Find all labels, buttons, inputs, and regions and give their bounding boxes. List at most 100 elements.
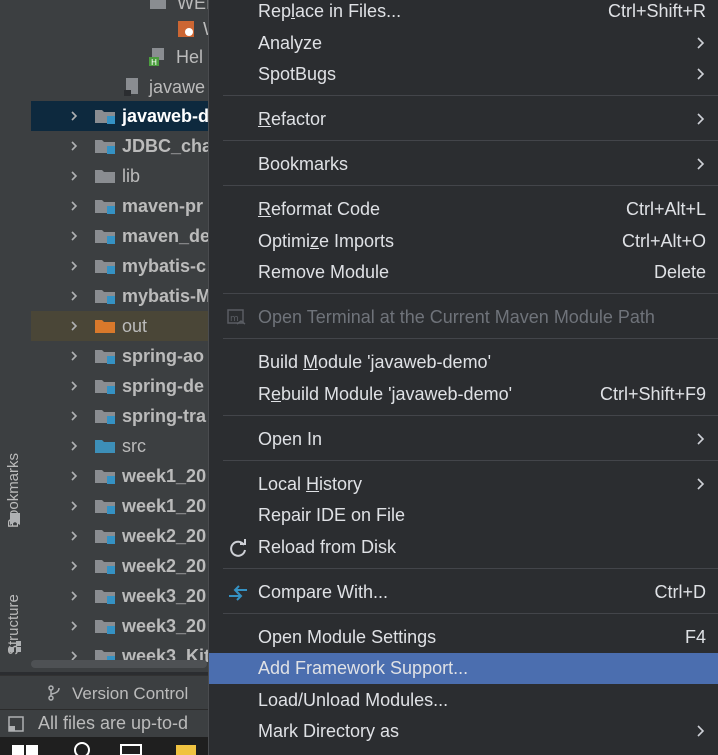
- tree-item-label: Hel: [176, 46, 204, 67]
- menu-item-label: Rebuild Module 'javaweb-demo': [258, 384, 512, 405]
- tool-window-bar: Version Control: [0, 675, 210, 710]
- horizontal-scrollbar[interactable]: [31, 660, 207, 668]
- menu-item-local-history[interactable]: Local History: [209, 469, 718, 500]
- menu-item-label: Local History: [258, 474, 362, 495]
- label-text: e Imports: [319, 231, 395, 251]
- chevron-right-icon[interactable]: [69, 531, 79, 541]
- tree-item-label: javawe: [149, 76, 206, 97]
- menu-item-open-module-settings[interactable]: Open Module Settings F4: [209, 622, 718, 653]
- tree-item-label: mybatis-c: [122, 255, 207, 276]
- menu-item-label: Reload from Disk: [258, 537, 397, 557]
- status-message: All files are up-to-d: [38, 713, 189, 733]
- bookmark-icon[interactable]: [8, 512, 22, 526]
- label-text: R: [258, 384, 271, 404]
- tree-item-label: src: [122, 435, 146, 456]
- menu-item-repair-ide-on-file[interactable]: Repair IDE on File: [209, 500, 718, 531]
- module-folder-icon: [95, 590, 115, 604]
- search-icon[interactable]: [72, 741, 92, 755]
- branch-icon: [48, 685, 60, 701]
- module-folder-icon: [95, 500, 115, 514]
- svg-text:H: H: [151, 58, 157, 66]
- menu-item-label: Open Module Settings: [258, 627, 437, 647]
- chevron-right-icon[interactable]: [69, 261, 79, 271]
- menu-item-label: Refactor: [258, 109, 326, 130]
- mnemonic-char: e: [271, 384, 282, 404]
- mnemonic-char: H: [306, 474, 320, 494]
- menu-item-refactor[interactable]: Refactor: [209, 104, 718, 135]
- menu-item-shortcut: Ctrl+Alt+L: [625, 199, 706, 219]
- menu-item-rebuild-module-javaweb-demo[interactable]: Rebuild Module 'javaweb-demo' Ctrl+Shift+…: [209, 379, 718, 410]
- chevron-right-icon[interactable]: [69, 381, 79, 391]
- module-folder-icon: [95, 380, 115, 394]
- menu-item-mark-directory-as[interactable]: Mark Directory as: [209, 716, 718, 747]
- menu-item-optimize-imports[interactable]: Optimize Imports Ctrl+Alt+O: [209, 226, 718, 257]
- tree-item-label: JDBC_cha: [122, 135, 213, 156]
- version-control-tab[interactable]: Version Control: [72, 684, 188, 704]
- menu-item-analyze[interactable]: Analyze: [209, 28, 718, 59]
- menu-item-bookmarks[interactable]: Bookmarks: [209, 149, 718, 180]
- tree-item-label: mybatis-M: [122, 285, 212, 306]
- menu-separator: [223, 568, 718, 569]
- chevron-right-icon[interactable]: [69, 171, 79, 181]
- tree-item-label: spring-ao: [122, 345, 205, 366]
- menu-separator: [223, 415, 718, 416]
- task-view-icon[interactable]: [120, 743, 142, 755]
- chevron-right-icon[interactable]: [69, 501, 79, 511]
- structure-icon[interactable]: [8, 640, 22, 654]
- menu-item-label: Replace in Files...: [258, 1, 401, 22]
- menu-item-shortcut: Ctrl+Shift+F9: [599, 384, 706, 404]
- menu-item-build-module-javaweb-demo[interactable]: Build Module 'javaweb-demo': [209, 347, 718, 378]
- chevron-right-icon[interactable]: [69, 621, 79, 631]
- chevron-right-icon[interactable]: [69, 111, 79, 121]
- label-text: eformat Code: [271, 199, 381, 219]
- menu-item-label: Remove Module: [258, 262, 390, 282]
- mnemonic-char: M: [303, 352, 319, 372]
- menu-item-open-in[interactable]: Open In: [209, 424, 718, 455]
- menu-item-reload-from-disk[interactable]: Reload from Disk: [209, 532, 718, 563]
- label-text: ace in Files...: [295, 1, 402, 21]
- iml-file-icon: [124, 78, 138, 96]
- menu-item-spotbugs[interactable]: SpotBugs: [209, 59, 718, 90]
- menu-item-add-framework-support[interactable]: Add Framework Support...: [209, 653, 718, 684]
- menu-item-label: Load/Unload Modules...: [258, 690, 449, 710]
- chevron-right-icon[interactable]: [69, 321, 79, 331]
- menu-item-open-terminal-at-the-current-maven-module-path: m Open Terminal at the Current Maven Modu…: [209, 302, 718, 333]
- submenu-arrow-icon: [697, 158, 705, 170]
- module-folder-icon: [95, 410, 115, 424]
- submenu-arrow-icon: [697, 725, 705, 737]
- menu-item-shortcut: Ctrl+D: [654, 582, 706, 602]
- menu-item-load-unload-modules[interactable]: Load/Unload Modules...: [209, 685, 718, 716]
- module-folder-icon: [95, 140, 115, 154]
- reload-icon: [230, 539, 246, 557]
- chevron-right-icon[interactable]: [69, 411, 79, 421]
- file-explorer-icon[interactable]: [175, 743, 197, 755]
- terminal-icon: m: [227, 309, 246, 325]
- module-folder-icon: [95, 110, 115, 124]
- chevron-right-icon[interactable]: [69, 141, 79, 151]
- menu-item-label: Open In: [258, 429, 323, 449]
- status-icon[interactable]: [8, 716, 24, 732]
- tree-item-label: spring-tra: [122, 405, 207, 426]
- submenu-arrow-icon: [697, 433, 705, 445]
- tree-item-label: maven_de: [122, 225, 211, 246]
- chevron-right-icon[interactable]: [69, 201, 79, 211]
- chevron-right-icon[interactable]: [69, 231, 79, 241]
- tree-item-label: out: [122, 315, 148, 336]
- mnemonic-char: R: [258, 109, 271, 129]
- windows-start-icon[interactable]: [12, 743, 38, 755]
- menu-item-remove-module[interactable]: Remove Module Delete: [209, 257, 718, 288]
- servlet-file-icon: [178, 21, 194, 37]
- chevron-right-icon[interactable]: [69, 561, 79, 571]
- menu-item-compare-with[interactable]: Compare With... Ctrl+D: [209, 577, 718, 608]
- chevron-right-icon[interactable]: [69, 591, 79, 601]
- chevron-right-icon[interactable]: [69, 291, 79, 301]
- chevron-right-icon[interactable]: [69, 441, 79, 451]
- folder-icon: [95, 320, 115, 333]
- chevron-right-icon[interactable]: [69, 471, 79, 481]
- tree-item-label: WEI: [177, 0, 211, 13]
- module-folder-icon: [95, 560, 115, 574]
- menu-item-replace-in-files[interactable]: Replace in Files... Ctrl+Shift+R: [209, 0, 718, 27]
- menu-item-reformat-code[interactable]: Reformat Code Ctrl+Alt+L: [209, 194, 718, 225]
- menu-item-label: SpotBugs: [258, 64, 337, 84]
- chevron-right-icon[interactable]: [69, 351, 79, 361]
